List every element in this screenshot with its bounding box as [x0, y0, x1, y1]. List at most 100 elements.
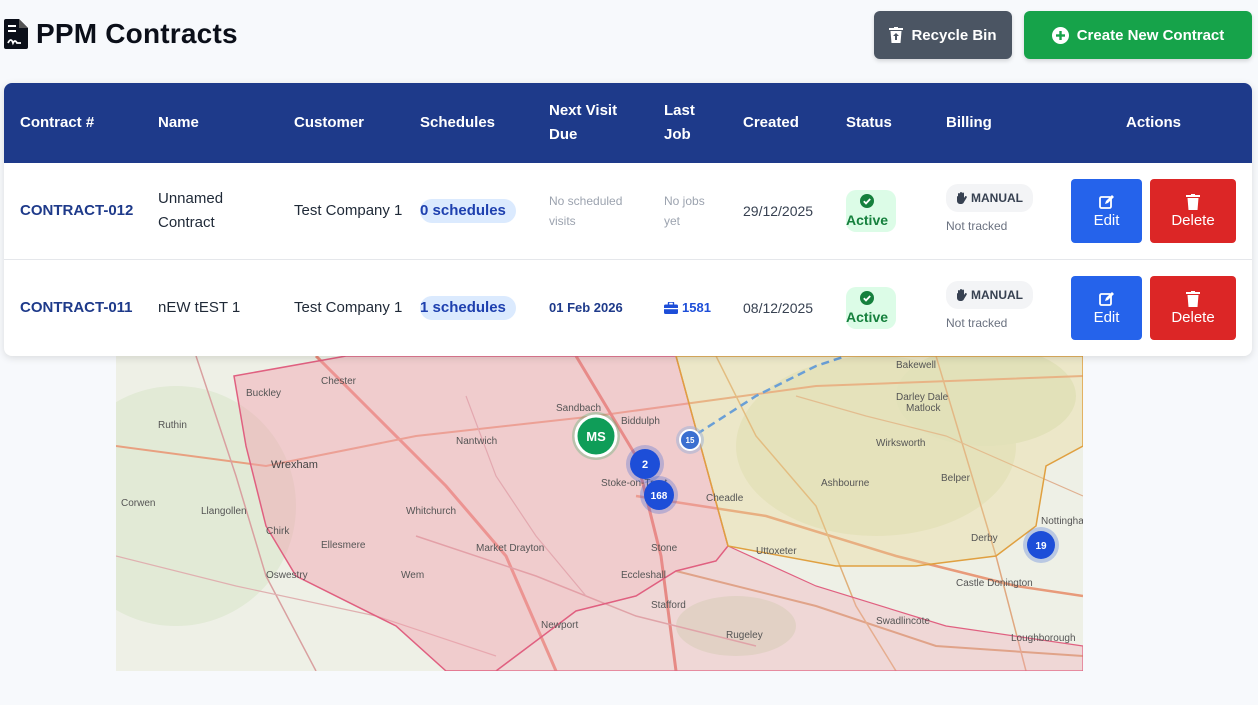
schedules-cell: 1 schedules [420, 260, 530, 356]
map-label: Biddulph [621, 416, 660, 427]
last-job-cell: 1581 [664, 260, 724, 356]
map-label: Derby [971, 533, 998, 544]
map-label: Nottingham [1041, 516, 1083, 527]
marker-ms[interactable]: MS [572, 412, 620, 460]
contract-number[interactable]: CONTRACT-011 [20, 260, 140, 356]
marker-cluster-168[interactable]: 168 [640, 476, 678, 514]
recycle-bin-button[interactable]: Recycle Bin [874, 11, 1012, 59]
edit-button[interactable]: Edit [1071, 179, 1142, 243]
table-header: Contract # Name Customer Schedules Next … [4, 83, 1252, 163]
edit-label: Edit [1093, 308, 1120, 326]
map-label: Rugeley [726, 630, 763, 641]
map-label: Cheadle [706, 493, 744, 504]
map-label: Whitchurch [406, 506, 456, 517]
contract-name: nEW tEST 1 [158, 299, 241, 316]
map-label: Market Drayton [476, 543, 544, 554]
trash-icon [1186, 290, 1200, 307]
map-canvas[interactable]: Chester Buckley Ruthin Wrexham Llangolle… [116, 356, 1083, 671]
map-label: Bakewell [896, 360, 936, 371]
column-header-billing[interactable]: Billing [946, 83, 1036, 163]
edit-label: Edit [1093, 211, 1120, 229]
billing-badge: MANUAL [946, 281, 1033, 309]
map-label: Nantwich [456, 436, 497, 447]
create-contract-button[interactable]: Create New Contract [1024, 11, 1252, 59]
column-header-contract[interactable]: Contract # [20, 83, 140, 163]
delete-button[interactable]: Delete [1150, 276, 1236, 340]
map-label: Wem [401, 570, 424, 581]
trash-restore-icon [889, 27, 904, 43]
map-label: Stone [651, 543, 678, 554]
next-visit-due: 01 Feb 2026 [549, 300, 623, 315]
page-title: PPM Contracts [4, 18, 238, 50]
map-label: Ashbourne [821, 478, 870, 489]
status-text: Active [846, 309, 889, 325]
column-header-schedules[interactable]: Schedules [420, 83, 530, 163]
marker-label: 168 [651, 491, 668, 502]
map-label: Wrexham [271, 459, 318, 471]
marker-label: MS [586, 429, 606, 444]
map-label: Darley Dale [896, 392, 949, 403]
map-label: Uttoxeter [756, 546, 797, 557]
trash-icon [1186, 193, 1200, 210]
map-label: Matlock [906, 403, 941, 414]
contract-number[interactable]: CONTRACT-012 [20, 163, 140, 259]
billing-type: MANUAL [971, 191, 1023, 205]
billing-type: MANUAL [971, 288, 1023, 302]
delete-button[interactable]: Delete [1150, 179, 1236, 243]
last-job-number: 1581 [682, 300, 711, 315]
map-label: Chirk [266, 526, 290, 537]
map-label: Wirksworth [876, 438, 925, 449]
edit-icon [1098, 291, 1114, 306]
hand-icon [957, 192, 967, 204]
file-contract-icon [4, 19, 28, 49]
created-date: 29/12/2025 [743, 203, 814, 219]
last-job-link[interactable]: 1581 [664, 296, 711, 320]
map-label: Buckley [246, 388, 281, 399]
billing-tracking: Not tracked [946, 316, 1008, 330]
map-label: Stafford [651, 600, 686, 611]
hand-icon [957, 289, 967, 301]
map-label: Loughborough [1011, 633, 1076, 644]
delete-label: Delete [1171, 211, 1215, 229]
map-label: Castle Donington [956, 578, 1033, 589]
billing-cell: MANUAL Not tracked [946, 260, 1056, 356]
column-header-last-job[interactable]: Last Job [664, 83, 714, 163]
billing-badge: MANUAL [946, 184, 1033, 212]
status-cell: Active [846, 260, 916, 356]
check-circle-icon [860, 194, 875, 208]
briefcase-icon [664, 302, 678, 314]
marker-label: 2 [642, 459, 648, 471]
marker-label: 15 [686, 436, 695, 445]
plus-circle-icon [1051, 26, 1069, 44]
schedules-cell: 0 schedules [420, 163, 530, 259]
contracts-table: Contract # Name Customer Schedules Next … [4, 83, 1252, 356]
edit-button[interactable]: Edit [1071, 276, 1142, 340]
create-contract-label: Create New Contract [1076, 26, 1225, 44]
map-label: Llangollen [201, 506, 247, 517]
column-header-status[interactable]: Status [846, 83, 936, 163]
column-header-name[interactable]: Name [158, 83, 278, 163]
billing-tracking: Not tracked [946, 219, 1008, 233]
map-label: Newport [541, 620, 578, 631]
map-label: Eccleshall [621, 570, 666, 581]
map-label: Belper [941, 473, 971, 484]
delete-label: Delete [1171, 308, 1215, 326]
table-row: CONTRACT-011 nEW tEST 1 Test Company 1 1… [4, 260, 1252, 356]
page-title-text: PPM Contracts [36, 18, 238, 49]
schedules-badge: 0 schedules [420, 199, 516, 223]
marker-label: 19 [1035, 541, 1047, 552]
column-header-customer[interactable]: Customer [294, 83, 414, 163]
created-date: 08/12/2025 [743, 300, 814, 316]
map-view[interactable]: Chester Buckley Ruthin Wrexham Llangolle… [116, 356, 1083, 671]
customer-name: Test Company 1 [294, 299, 403, 316]
marker-cluster-15[interactable]: 15 [676, 426, 704, 454]
column-header-next-visit[interactable]: Next Visit Due [549, 83, 649, 163]
schedules-badge[interactable]: 1 schedules [420, 296, 516, 320]
map-label: Chester [321, 376, 357, 387]
marker-cluster-19[interactable]: 19 [1023, 527, 1059, 563]
last-job: No jobs yet [664, 194, 705, 228]
check-circle-icon [860, 291, 875, 305]
status-badge: Active [846, 190, 897, 232]
column-header-created[interactable]: Created [743, 83, 833, 163]
edit-icon [1098, 194, 1114, 209]
